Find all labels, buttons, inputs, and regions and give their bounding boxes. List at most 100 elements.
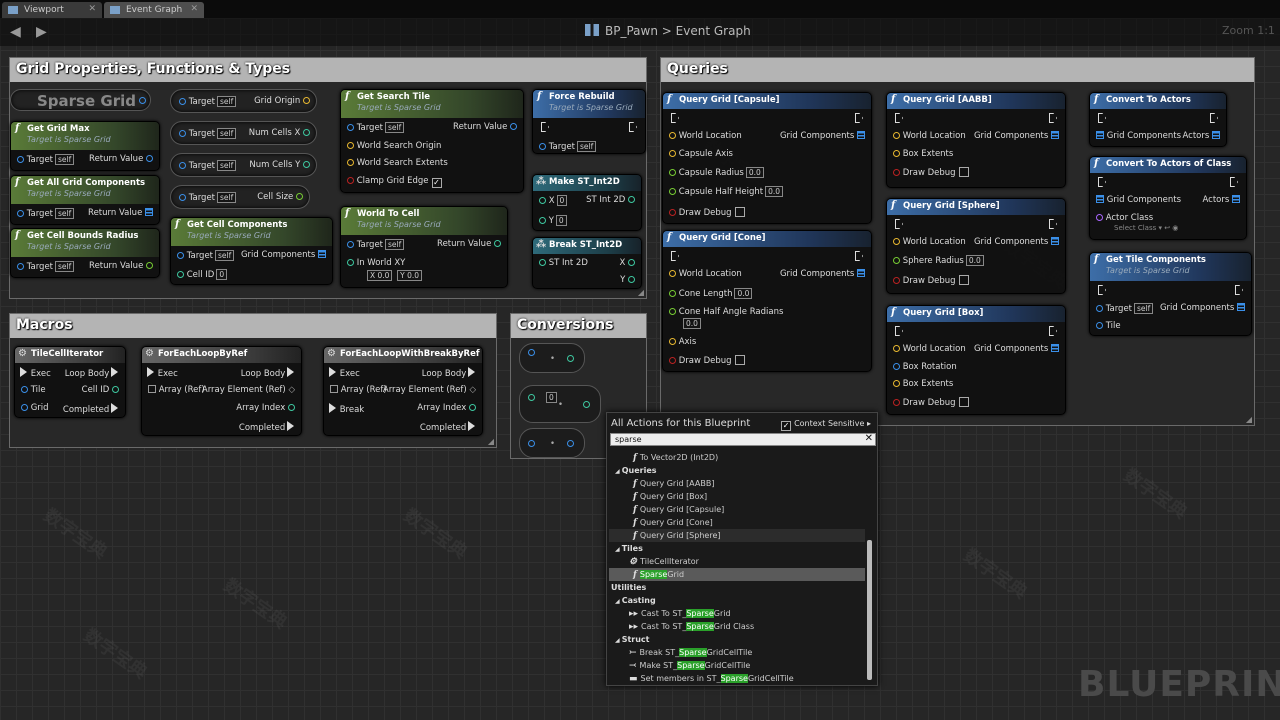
int-pin[interactable] [303, 129, 310, 136]
action-list-scrollbar[interactable] [867, 540, 872, 680]
exec-out-pin[interactable] [855, 251, 863, 261]
resize-handle[interactable]: ◢ [488, 437, 494, 446]
conversion-node-3[interactable]: • [519, 428, 585, 458]
vector-pin[interactable] [893, 345, 900, 352]
action-item[interactable]: ▸▸ Cast To ST_SparseGrid [609, 607, 865, 620]
action-item[interactable]: f Query Grid [Capsule] [609, 503, 865, 516]
array-pin[interactable] [1051, 344, 1059, 352]
array-pin[interactable] [1232, 195, 1240, 203]
action-list[interactable]: f To Vector2D (Int2D) ◢ Queries f Query Grid… [609, 449, 867, 683]
action-item[interactable]: f SparseGrid [609, 568, 865, 581]
num-cells-x-getter[interactable]: Target self Num Cells X [170, 121, 317, 145]
target-pin[interactable] [17, 263, 24, 270]
collapse-triangle-icon[interactable]: ◢ [615, 546, 622, 553]
target-pin[interactable] [17, 210, 24, 217]
action-item[interactable]: f Query Grid [Cone] [609, 516, 865, 529]
exec-out-pin[interactable] [287, 367, 295, 377]
draw-debug-checkbox[interactable] [958, 397, 969, 407]
float-pin[interactable] [669, 188, 676, 195]
input-pin[interactable] [528, 394, 535, 401]
vector-pin[interactable] [347, 159, 354, 166]
exec-in-pin[interactable] [329, 367, 337, 377]
float-pin[interactable] [893, 257, 900, 264]
wildcard-array-pin[interactable] [148, 385, 156, 393]
action-category[interactable]: ◢ Tiles [609, 542, 865, 555]
query-grid-sphere-node[interactable]: f Query Grid [Sphere] World Location Grid… [886, 198, 1066, 294]
exec-out-pin[interactable] [468, 367, 476, 377]
get-cell-bounds-radius-node[interactable]: f Get Cell Bounds Radius Target is Sparse … [10, 228, 160, 278]
action-item[interactable]: ▬ Set members in ST_SparseGridCellTile [609, 672, 865, 683]
action-item[interactable]: f Query Grid [AABB] [609, 477, 865, 490]
array-return-pin[interactable] [145, 208, 153, 216]
exec-in-pin[interactable] [1098, 285, 1106, 295]
bool-pin[interactable] [893, 277, 900, 284]
float-pin[interactable] [669, 290, 676, 297]
conversion-node-1[interactable]: • [519, 343, 585, 373]
vector2d-pin[interactable] [347, 259, 354, 266]
action-search-input[interactable]: sparse ✕ [610, 433, 876, 446]
action-menu[interactable]: All Actions for this Blueprint ✓ Context … [606, 412, 878, 686]
exec-out-pin[interactable] [1049, 326, 1057, 336]
action-category[interactable]: ◢ Casting [609, 594, 865, 607]
input-pin[interactable] [528, 440, 535, 447]
array-pin[interactable] [1096, 195, 1104, 203]
action-item[interactable]: ⚙ TileCellIterator [609, 555, 865, 568]
output-pin[interactable] [567, 355, 574, 362]
get-cell-components-node[interactable]: f Get Cell Components Target is Sparse Gri… [170, 217, 333, 285]
action-item[interactable]: ▸▸ Cast To ST_SparseGrid Class [609, 620, 865, 633]
exec-in-pin[interactable] [895, 219, 903, 229]
exec-out-pin[interactable] [468, 421, 476, 431]
action-item[interactable]: f Query Grid [Box] [609, 490, 865, 503]
exec-out-pin[interactable] [287, 421, 295, 431]
resize-handle[interactable]: ◢ [1246, 415, 1252, 424]
convert-to-actors-node[interactable]: f Convert To Actors Grid Components Actor… [1089, 92, 1227, 147]
world-to-cell-node[interactable]: f World To Cell Target is Sparse Grid Targ… [340, 206, 508, 288]
draw-debug-checkbox[interactable] [958, 275, 969, 285]
vector-pin[interactable] [669, 150, 676, 157]
grid-origin-getter[interactable]: Target self Grid Origin [170, 89, 317, 113]
wildcard-pin[interactable]: ◇ [469, 385, 476, 395]
clamp-grid-edge-checkbox[interactable]: ✓ [431, 178, 442, 188]
resize-handle[interactable]: ◢ [638, 288, 644, 297]
bool-pin[interactable] [347, 177, 354, 184]
back-arrow-icon[interactable]: ◀ [10, 24, 21, 40]
exec-out-pin[interactable] [855, 113, 863, 123]
action-item[interactable]: f Query Grid [Sphere] [609, 529, 865, 542]
vector-pin[interactable] [669, 338, 676, 345]
num-cells-y-getter[interactable]: Target self Num Cells Y [170, 153, 317, 177]
breadcrumb-blueprint[interactable]: BP_Pawn [605, 24, 658, 38]
wildcard-pin[interactable]: ◇ [288, 385, 295, 395]
array-pin[interactable] [1237, 303, 1245, 311]
vector-pin[interactable] [669, 270, 676, 277]
make-st-int2d-node[interactable]: ⁂ Make ST_Int2D X0 ST Int 2D Y0 [532, 174, 642, 231]
int-pin[interactable] [539, 217, 546, 224]
output-pin[interactable] [567, 440, 574, 447]
vector-pin[interactable] [893, 150, 900, 157]
foreach-loop-with-break-by-ref-node[interactable]: ⚙ ForEachLoopWithBreakByRef Exec Loop Bod… [323, 346, 483, 436]
action-category[interactable]: ◢ Struct [609, 633, 865, 646]
foreach-loop-by-ref-node[interactable]: ⚙ ForEachLoopByRef Exec Loop Body Array (… [141, 346, 302, 436]
query-grid-capsule-node[interactable]: f Query Grid [Capsule] World Location Gri… [662, 92, 872, 224]
action-item[interactable]: f To Vector2D (Int2D) [609, 451, 865, 464]
context-sensitive-checkbox[interactable]: ✓ [781, 421, 792, 431]
close-icon[interactable]: ✕ [190, 4, 198, 14]
int-return-pin[interactable] [494, 240, 501, 247]
get-grid-max-node[interactable]: f Get Grid Max Target is Sparse Grid Targe… [10, 121, 160, 171]
return-pin[interactable] [510, 123, 517, 130]
array-pin[interactable] [1051, 237, 1059, 245]
draw-debug-checkbox[interactable] [734, 207, 745, 217]
query-grid-box-node[interactable]: f Query Grid [Box] World Location Grid Co… [886, 305, 1066, 415]
wildcard-array-pin[interactable] [330, 385, 338, 393]
int-pin[interactable] [628, 259, 635, 266]
return-pin[interactable] [146, 155, 153, 162]
collapse-triangle-icon[interactable]: ◢ [615, 468, 622, 475]
get-tile-components-node[interactable]: f Get Tile Components Target is Sparse Gri… [1089, 252, 1252, 336]
array-pin[interactable] [1212, 131, 1220, 139]
target-pin[interactable] [17, 156, 24, 163]
vector-pin[interactable] [893, 380, 900, 387]
input-pin[interactable] [528, 349, 535, 356]
exec-in-pin[interactable] [671, 251, 679, 261]
exec-out-pin[interactable] [1049, 113, 1057, 123]
get-all-grid-components-node[interactable]: f Get All Grid Components Target is Sparse… [10, 175, 160, 225]
collapse-triangle-icon[interactable]: ◢ [615, 598, 622, 605]
